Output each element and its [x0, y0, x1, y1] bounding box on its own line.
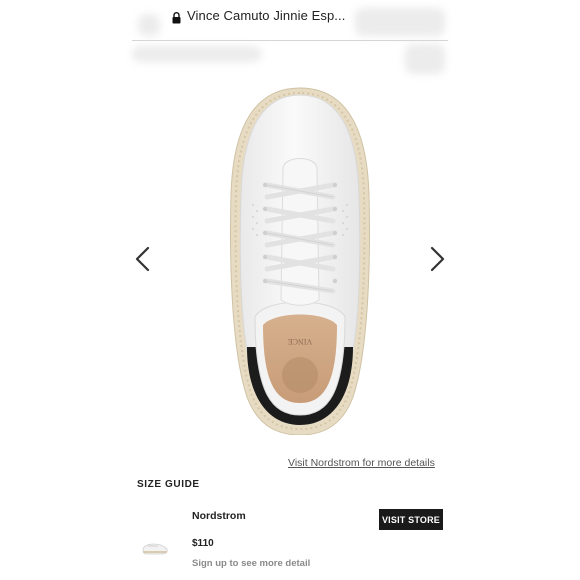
- visit-store-button[interactable]: VISIT STORE: [379, 509, 443, 530]
- image-gallery: VINCE: [132, 70, 448, 450]
- chevron-right-icon[interactable]: [424, 245, 448, 273]
- top-bar: Vince Camuto Jinnie Esp...: [132, 0, 448, 41]
- svg-text:VINCE: VINCE: [288, 337, 313, 346]
- price: $110: [192, 538, 214, 549]
- product-page: Vince Camuto Jinnie Esp... VINCE Visit N…: [0, 0, 580, 580]
- chevron-left-icon[interactable]: [132, 245, 156, 273]
- size-guide-link[interactable]: SIZE GUIDE: [137, 479, 200, 490]
- product-thumbnail[interactable]: [140, 538, 170, 558]
- page-title: Vince Camuto Jinnie Esp...: [187, 8, 346, 23]
- product-image[interactable]: VINCE: [225, 85, 375, 435]
- lock-icon: [172, 12, 181, 24]
- signup-link[interactable]: Sign up to see more detail: [192, 558, 310, 569]
- store-name: Nordstrom: [192, 510, 246, 522]
- retailer-details-link[interactable]: Visit Nordstrom for more details: [288, 457, 435, 469]
- blurred-ui-url: [132, 46, 262, 62]
